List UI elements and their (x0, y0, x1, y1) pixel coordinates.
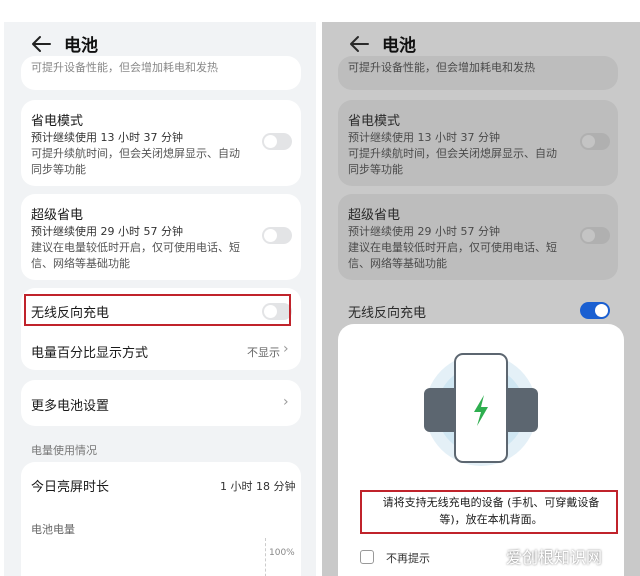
super-saving-card[interactable]: 超级省电 预计继续使用 29 小时 57 分钟 建议在电量较低时开启，仅可使用电… (21, 194, 301, 280)
toggle-knob (264, 229, 277, 242)
percent-display-title[interactable]: 电量百分比显示方式 (31, 342, 148, 361)
dont-show-again-label[interactable]: 不再提示 (386, 550, 430, 566)
super-saving-desc-2: 信、网络等基础功能 (348, 257, 447, 270)
power-saving-card[interactable]: 省电模式 预计继续使用 13 小时 37 分钟 可提升续航时间，但会关闭熄屏显示… (21, 100, 301, 186)
watermark: 爱创根知识网 (506, 548, 603, 567)
super-saving-toggle (580, 227, 610, 244)
super-saving-card: 超级省电 预计继续使用 29 小时 57 分钟 建议在电量较低时开启，仅可使用电… (338, 194, 618, 280)
wireless-reverse-title: 无线反向充电 (348, 306, 427, 321)
chevron-right-icon: › (283, 341, 289, 357)
power-saving-desc-2: 同步等功能 (348, 163, 403, 176)
back-arrow-icon[interactable] (348, 34, 370, 54)
dont-show-again-checkbox[interactable] (360, 550, 374, 564)
back-arrow-icon[interactable] (30, 34, 52, 54)
power-saving-desc-2: 同步等功能 (31, 163, 86, 176)
super-saving-title: 超级省电 (348, 208, 401, 223)
battery-level-title: 电池电量 (31, 523, 75, 536)
power-saving-toggle[interactable] (262, 133, 292, 150)
screen-time-title: 今日亮屏时长 (31, 480, 110, 495)
percent-display-value[interactable]: 不显示 (247, 344, 280, 360)
super-saving-estimate: 预计继续使用 29 小时 57 分钟 (348, 225, 500, 238)
toggle-knob (582, 229, 595, 242)
wireless-charging-sheet: 请将支持无线充电的设备 (手机、可穿戴设备 等)，放在本机背面。 不再提示 (338, 324, 624, 576)
super-saving-desc-1: 建议在电量较低时开启，仅可使用电话、短 (31, 241, 240, 254)
usage-card: 今日亮屏时长 1 小时 18 分钟 电池电量 100% (21, 462, 301, 576)
reverse-charging-illustration (424, 353, 538, 466)
page-title: 电池 (64, 36, 98, 56)
super-saving-desc-1: 建议在电量较低时开启，仅可使用电话、短 (348, 241, 557, 254)
super-saving-desc-2: 信、网络等基础功能 (31, 257, 130, 270)
battery-settings-panel: 电池 可提升设备性能，但会增加耗电和发热 省电模式 预计继续使用 13 小时 3… (4, 22, 316, 576)
power-saving-estimate: 预计继续使用 13 小时 37 分钟 (348, 131, 500, 144)
chart-axis-top-label: 100% (269, 548, 295, 558)
power-saving-toggle (580, 133, 610, 150)
performance-card: 可提升设备性能，但会增加耗电和发热 (21, 56, 301, 90)
wireless-reverse-toggle[interactable] (580, 302, 610, 319)
power-saving-title: 省电模式 (31, 114, 84, 129)
chevron-right-icon: › (283, 394, 289, 410)
more-settings-card[interactable]: 更多电池设置 › (21, 380, 301, 426)
screen-time-value: 1 小时 18 分钟 (220, 480, 296, 493)
more-settings-title: 更多电池设置 (31, 399, 110, 414)
super-saving-title: 超级省电 (31, 208, 84, 223)
clipped-description: 可提升设备性能，但会增加耗电和发热 (31, 61, 218, 74)
usage-section-label: 电量使用情况 (31, 444, 97, 457)
toggle-knob (582, 135, 595, 148)
power-saving-title: 省电模式 (348, 114, 401, 129)
page-title: 电池 (382, 36, 416, 56)
performance-card: 可提升设备性能，但会增加耗电和发热 (338, 56, 618, 90)
power-saving-estimate: 预计继续使用 13 小时 37 分钟 (31, 131, 183, 144)
power-saving-card: 省电模式 预计继续使用 13 小时 37 分钟 可提升续航时间，但会关闭熄屏显示… (338, 100, 618, 186)
toggle-knob (595, 304, 608, 317)
clipped-description: 可提升设备性能，但会增加耗电和发热 (348, 61, 535, 74)
super-saving-estimate: 预计继续使用 29 小时 57 分钟 (31, 225, 183, 238)
super-saving-toggle[interactable] (262, 227, 292, 244)
toggle-knob (264, 135, 277, 148)
power-saving-desc-1: 可提升续航时间，但会关闭熄屏显示、自动 (31, 147, 240, 160)
battery-settings-dimmed-panel: 电池 可提升设备性能，但会增加耗电和发热 省电模式 预计继续使用 13 小时 3… (322, 22, 640, 576)
highlight-box (24, 294, 291, 326)
chart-axis (265, 538, 266, 576)
highlight-box (360, 490, 618, 534)
power-saving-desc-1: 可提升续航时间，但会关闭熄屏显示、自动 (348, 147, 557, 160)
